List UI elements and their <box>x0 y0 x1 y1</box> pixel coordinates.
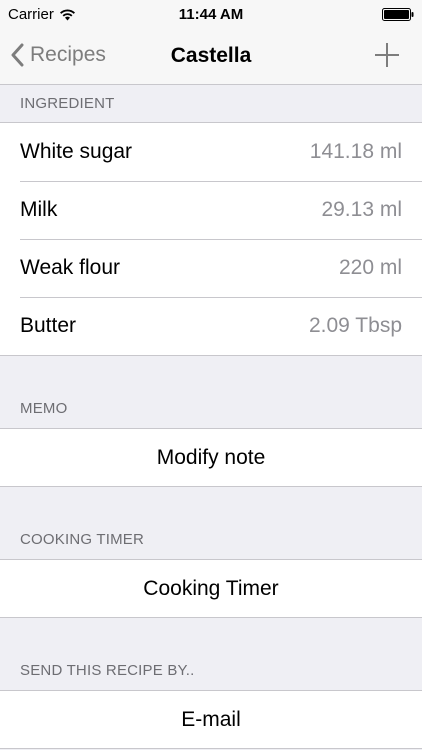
ingredient-row[interactable]: Milk 29.13 ml <box>0 181 422 239</box>
ingredient-row[interactable]: Butter 2.09 Tbsp <box>0 297 422 355</box>
send-recipe-section-header: SEND THIS RECIPE BY.. <box>20 662 195 679</box>
ingredient-amount: 2.09 Tbsp <box>308 314 402 337</box>
status-time: 11:44 AM <box>178 6 244 23</box>
ingredient-row[interactable]: White sugar 141.18 ml <box>0 123 422 181</box>
cooking-timer-section-header: COOKING TIMER <box>20 531 144 548</box>
plus-icon[interactable] <box>372 40 402 70</box>
ingredient-amount: 220 ml <box>338 256 402 279</box>
navigation-bar: Recipes Castella <box>0 28 422 85</box>
cooking-timer-button[interactable]: Cooking Timer <box>0 560 422 617</box>
ingredient-name: Butter <box>20 314 77 337</box>
memo-section-header: MEMO <box>20 400 68 417</box>
ingredient-list: White sugar 141.18 ml Milk 29.13 ml Weak… <box>0 122 422 356</box>
memo-group: Modify note <box>0 428 422 487</box>
battery-icon <box>382 8 414 21</box>
status-bar: Carrier 11:44 AM <box>0 0 422 28</box>
page-title: Castella <box>170 44 252 67</box>
send-recipe-group: E-mail <box>0 690 422 749</box>
ingredient-row[interactable]: Weak flour 220 ml <box>0 239 422 297</box>
modify-note-button[interactable]: Modify note <box>0 429 422 486</box>
ingredient-section-header: INGREDIENT <box>20 95 115 112</box>
ingredient-amount: 141.18 ml <box>309 140 402 163</box>
ingredient-name: Weak flour <box>20 256 120 279</box>
cooking-timer-group: Cooking Timer <box>0 559 422 618</box>
ingredient-name: White sugar <box>20 140 133 163</box>
email-button[interactable]: E-mail <box>0 691 422 748</box>
ingredient-name: Milk <box>20 198 58 221</box>
ingredient-amount: 29.13 ml <box>321 198 402 221</box>
